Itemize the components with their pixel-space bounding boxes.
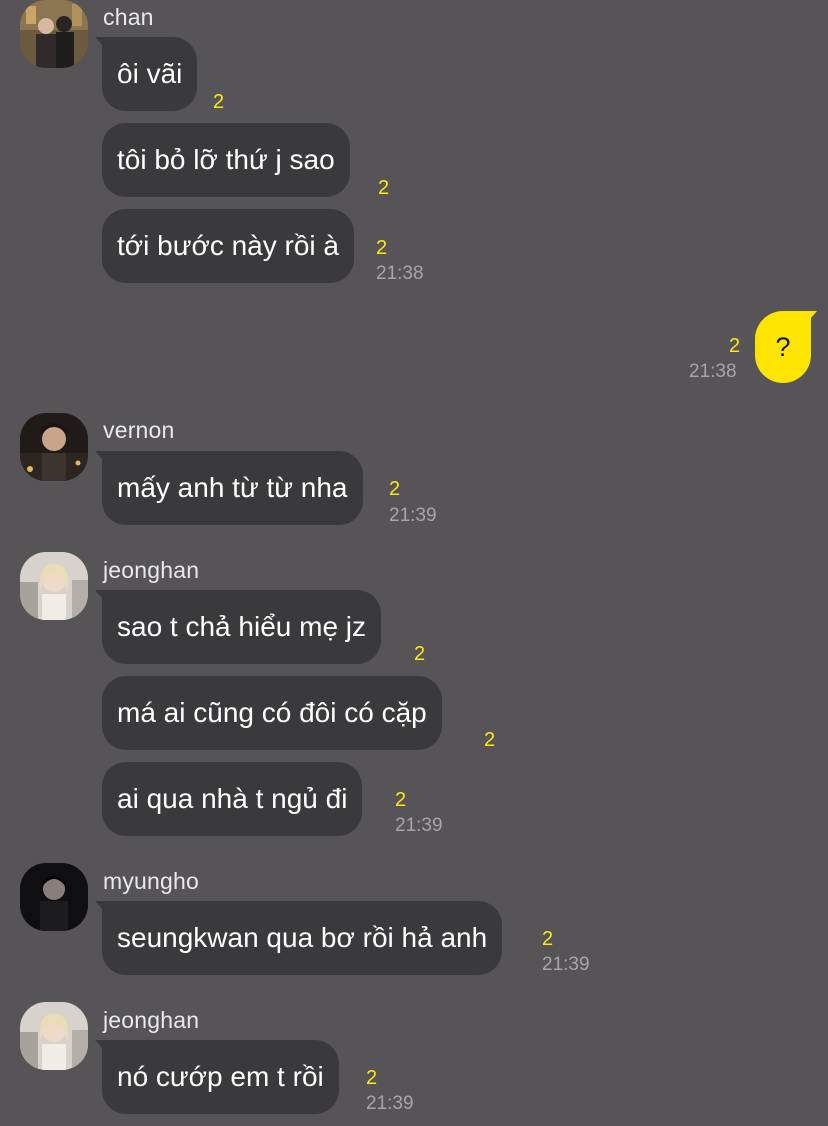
avatar-photo-icon bbox=[20, 552, 88, 620]
message-bubble[interactable]: má ai cũng có đôi có cặp bbox=[102, 676, 442, 750]
unread-count: 2 bbox=[395, 789, 407, 811]
avatar-jeonghan[interactable] bbox=[20, 552, 88, 620]
message-bubble[interactable]: tới bước này rồi à bbox=[102, 209, 354, 283]
message-timestamp: 21:38 bbox=[689, 361, 737, 382]
unread-count: 2 bbox=[376, 237, 388, 259]
unread-count: 2 bbox=[213, 91, 225, 113]
message-bubble[interactable]: ai qua nhà t ngủ đi bbox=[102, 762, 363, 836]
chat-room[interactable]: chan ôi vãi 2 tôi bỏ lỡ thứ j sao 2 tới … bbox=[0, 0, 828, 1126]
avatar-photo-icon bbox=[20, 413, 88, 481]
message-bubble[interactable]: ôi vãi bbox=[102, 37, 198, 111]
sender-name: vernon bbox=[103, 417, 175, 443]
message-bubble[interactable]: mấy anh từ từ nha bbox=[102, 451, 363, 525]
message-timestamp: 21:39 bbox=[389, 505, 437, 526]
message-timestamp: 21:39 bbox=[366, 1093, 414, 1114]
message-bubble[interactable]: sao t chả hiểu mẹ jz bbox=[102, 590, 382, 664]
unread-count: 2 bbox=[389, 478, 401, 500]
unread-count: 2 bbox=[484, 729, 496, 751]
my-message-bubble[interactable]: ? bbox=[755, 311, 811, 383]
avatar-myungho[interactable] bbox=[20, 863, 88, 931]
unread-count: 2 bbox=[414, 643, 426, 665]
avatar-photo-icon bbox=[20, 863, 88, 931]
unread-count: 2 bbox=[729, 335, 741, 357]
sender-name: myungho bbox=[103, 868, 200, 894]
sender-name: jeonghan bbox=[103, 1007, 200, 1033]
sender-name: chan bbox=[103, 4, 154, 30]
message-bubble[interactable]: seungkwan qua bơ rồi hả anh bbox=[102, 901, 503, 975]
message-timestamp: 21:38 bbox=[376, 263, 424, 284]
unread-count: 2 bbox=[378, 177, 390, 199]
unread-count: 2 bbox=[366, 1067, 378, 1089]
unread-count: 2 bbox=[542, 928, 554, 950]
avatar-chan[interactable] bbox=[20, 0, 88, 68]
sender-name: jeonghan bbox=[103, 557, 200, 583]
message-timestamp: 21:39 bbox=[542, 954, 590, 975]
avatar-jeonghan[interactable] bbox=[20, 1002, 88, 1070]
message-bubble[interactable]: nó cướp em t rồi bbox=[102, 1040, 339, 1114]
message-bubble[interactable]: tôi bỏ lỡ thứ j sao bbox=[102, 123, 350, 197]
avatar-vernon[interactable] bbox=[20, 413, 88, 481]
avatar-photo-icon bbox=[20, 1002, 88, 1070]
message-timestamp: 21:39 bbox=[395, 815, 443, 836]
avatar-photo-icon bbox=[20, 0, 88, 68]
